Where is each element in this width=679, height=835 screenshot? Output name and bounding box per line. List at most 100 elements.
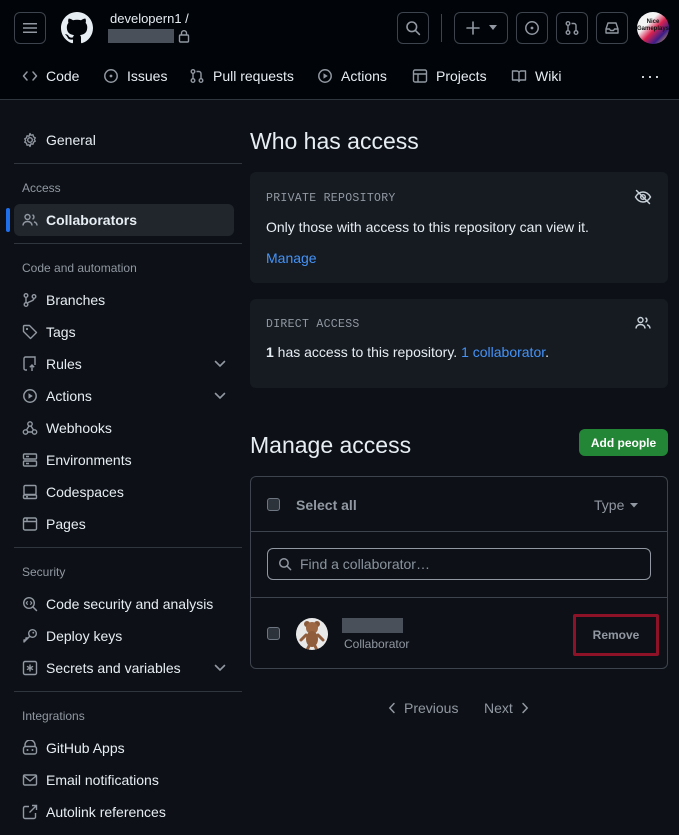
issue-opened-icon xyxy=(103,68,119,84)
collaborator-avatar[interactable] xyxy=(296,618,328,650)
direct-access-period: . xyxy=(545,344,550,360)
manage-visibility-link[interactable]: Manage xyxy=(266,250,317,266)
direct-access-description: 1 has access to this repository. 1 colla… xyxy=(266,344,549,360)
lock-icon xyxy=(178,29,190,43)
pull-requests-button[interactable] xyxy=(556,12,588,44)
sidebar-item-webhooks[interactable]: Webhooks xyxy=(14,412,234,444)
git-branch-icon xyxy=(22,292,38,308)
sidebar-item-label: Actions xyxy=(46,388,92,404)
sidebar-divider xyxy=(14,547,242,548)
sidebar-divider xyxy=(14,243,242,244)
tab-issues[interactable]: Issues xyxy=(103,60,167,92)
direct-access-label: DIRECT ACCESS xyxy=(266,318,360,331)
sidebar-item-label: General xyxy=(46,132,96,148)
tab-projects[interactable]: Projects xyxy=(412,60,487,92)
sidebar-item-label: Collaborators xyxy=(46,212,138,228)
type-filter-dropdown[interactable]: Type xyxy=(594,497,639,513)
direct-access-text: has access to this repository. xyxy=(273,344,462,360)
issue-opened-icon xyxy=(525,21,539,35)
next-page-button[interactable]: Next xyxy=(484,700,529,716)
more-options-icon[interactable]: ··· xyxy=(640,66,661,87)
sidebar-item-autolink-references[interactable]: Autolink references xyxy=(14,796,234,828)
codescan-icon xyxy=(22,596,38,612)
create-new-button[interactable] xyxy=(454,12,508,44)
sidebar-item-label: Autolink references xyxy=(46,804,166,820)
private-repository-description: Only those with access to this repositor… xyxy=(266,219,589,235)
sidebar-item-rules[interactable]: Rules xyxy=(14,348,234,380)
inbox-button[interactable] xyxy=(596,12,628,44)
sidebar-item-branches[interactable]: Branches xyxy=(14,284,234,316)
search-button[interactable] xyxy=(397,12,429,44)
tab-label: Issues xyxy=(127,68,168,84)
remove-collaborator-button[interactable]: Remove xyxy=(573,614,659,656)
hamburger-icon xyxy=(23,23,37,33)
tag-icon xyxy=(22,324,38,340)
previous-page-button[interactable]: Previous xyxy=(388,700,458,716)
sidebar-item-label: Deploy keys xyxy=(46,628,123,644)
eye-closed-icon xyxy=(634,189,652,205)
collaborator-count-link[interactable]: 1 collaborator xyxy=(461,344,545,360)
repo-name-redacted[interactable] xyxy=(108,29,174,43)
sidebar-item-codespaces[interactable]: Codespaces xyxy=(14,476,234,508)
code-icon xyxy=(22,68,38,84)
sidebar-item-secrets-variables[interactable]: Secrets and variables xyxy=(14,652,234,684)
next-label: Next xyxy=(484,700,513,716)
sidebar-item-label: Email notifications xyxy=(46,772,159,788)
server-icon xyxy=(22,452,38,468)
sidebar-item-pages[interactable]: Pages xyxy=(14,508,234,540)
github-logo-icon[interactable] xyxy=(61,12,93,44)
apps-icon xyxy=(22,740,38,756)
sidebar-item-email-notifications[interactable]: Email notifications xyxy=(14,764,234,796)
add-people-button[interactable]: Add people xyxy=(579,429,668,456)
collaborator-name-redacted[interactable] xyxy=(342,618,403,633)
select-all-label: Select all xyxy=(296,497,357,513)
search-icon xyxy=(406,21,421,36)
panel-divider xyxy=(251,597,667,598)
search-icon xyxy=(279,558,292,571)
git-pull-request-icon xyxy=(565,21,579,35)
sidebar-item-actions[interactable]: Actions xyxy=(14,380,234,412)
people-icon xyxy=(635,315,651,331)
find-collaborator-input[interactable]: Find a collaborator… xyxy=(267,548,651,580)
tab-pull-requests[interactable]: Pull requests xyxy=(189,60,294,92)
sidebar-item-collaborators[interactable]: Collaborators xyxy=(14,204,234,236)
table-icon xyxy=(412,68,428,84)
avatar-logo-text: Nice Gameplays xyxy=(637,19,669,32)
select-all-checkbox[interactable] xyxy=(267,498,280,511)
manage-access-panel: Select all Type Find a collaborator… Col… xyxy=(250,476,668,669)
sidebar-item-environments[interactable]: Environments xyxy=(14,444,234,476)
sidebar-item-general[interactable]: General xyxy=(14,124,234,156)
chevron-down-icon xyxy=(214,392,226,400)
user-avatar[interactable]: Nice Gameplays xyxy=(637,12,669,44)
previous-label: Previous xyxy=(404,700,459,716)
sidebar-heading-integrations: Integrations xyxy=(22,709,85,723)
repo-push-icon xyxy=(22,356,38,372)
issues-button[interactable] xyxy=(516,12,548,44)
sidebar-item-label: Tags xyxy=(46,324,76,340)
tab-code[interactable]: Code xyxy=(22,60,79,92)
inbox-icon xyxy=(605,22,619,34)
sidebar-item-label: Code security and analysis xyxy=(46,596,214,612)
sidebar-item-label: Environments xyxy=(46,452,132,468)
people-icon xyxy=(22,212,38,228)
tab-actions[interactable]: Actions xyxy=(317,60,387,92)
mail-icon xyxy=(22,772,38,788)
sidebar-item-github-apps[interactable]: GitHub Apps xyxy=(14,732,234,764)
private-repository-card: PRIVATE REPOSITORY Only those with acces… xyxy=(250,172,668,283)
sidebar-item-label: Pages xyxy=(46,516,86,532)
tab-wiki[interactable]: Wiki xyxy=(511,60,561,92)
sidebar-item-label: Rules xyxy=(46,356,82,372)
sidebar-divider xyxy=(14,163,242,164)
sidebar-item-code-security[interactable]: Code security and analysis xyxy=(14,588,234,620)
sidebar-item-tags[interactable]: Tags xyxy=(14,316,234,348)
collaborator-checkbox[interactable] xyxy=(267,627,280,640)
private-repository-label: PRIVATE REPOSITORY xyxy=(266,192,396,205)
key-asterisk-icon xyxy=(22,660,38,676)
repo-nav-tabs: Code Issues Pull requests Actions Projec… xyxy=(0,60,679,92)
sidebar-item-deploy-keys[interactable]: Deploy keys xyxy=(14,620,234,652)
play-icon xyxy=(22,388,38,404)
hamburger-menu-button[interactable] xyxy=(14,12,46,44)
sidebar-item-label: Secrets and variables xyxy=(46,660,181,676)
repo-owner-link[interactable]: developern1 / xyxy=(110,11,189,26)
chevron-right-icon xyxy=(522,702,529,714)
